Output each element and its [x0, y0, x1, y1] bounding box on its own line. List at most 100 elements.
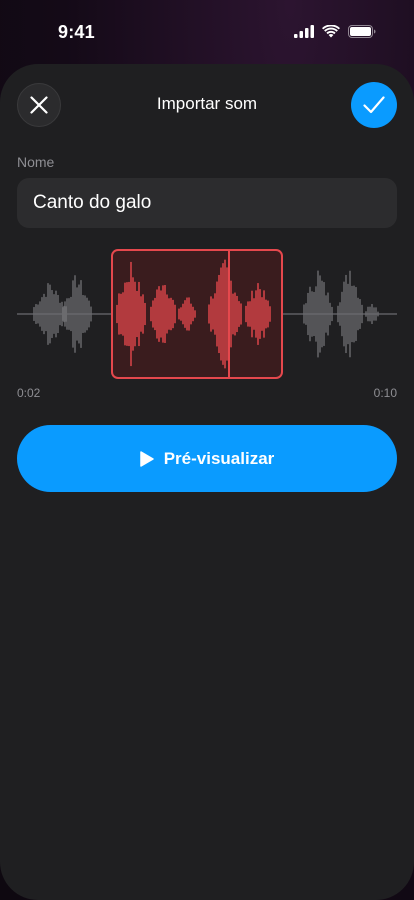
- waveform-bar: [236, 295, 238, 333]
- waveform-bar: [86, 297, 88, 331]
- waveform-bar: [49, 284, 51, 344]
- waveform-bar: [154, 297, 156, 331]
- waveform-bar: [43, 293, 45, 335]
- waveform-bar: [37, 304, 39, 324]
- waveform-bar: [261, 297, 263, 331]
- waveform-bar: [365, 311, 367, 317]
- audio-trimmer[interactable]: [0, 244, 414, 384]
- waveform-bar: [55, 290, 57, 338]
- waveform-bar: [122, 292, 124, 336]
- waveform-bar: [134, 281, 136, 347]
- waveform-bar: [128, 281, 130, 347]
- waveform-bar: [317, 270, 319, 358]
- waveform-bar: [251, 290, 253, 338]
- confirm-button[interactable]: [351, 82, 397, 128]
- waveform-bar: [265, 299, 267, 329]
- waveform-bar: [166, 294, 168, 334]
- waveform-bar: [307, 292, 309, 336]
- waveform-bar: [323, 282, 325, 346]
- waveform-bar: [59, 302, 61, 326]
- waveform-bar: [230, 280, 232, 348]
- waveform-bar: [62, 307, 64, 321]
- waveform-bar: [234, 292, 236, 336]
- waveform-bar: [184, 300, 186, 328]
- waveform-bar: [220, 267, 222, 361]
- waveform-bar: [51, 290, 53, 338]
- trim-start-time: 0:02: [17, 386, 41, 400]
- waveform: [17, 249, 397, 379]
- waveform-bar: [168, 298, 170, 330]
- waveform-bar: [226, 267, 228, 361]
- preview-label: Pré-visualizar: [163, 448, 275, 468]
- waveform-bar: [152, 300, 154, 328]
- status-time: 9:41: [58, 22, 95, 42]
- waveform-bar: [267, 300, 269, 328]
- preview-button[interactable]: Pré-visualizar: [17, 425, 397, 492]
- waveform-bar: [35, 304, 37, 324]
- waveform-bar: [66, 298, 68, 330]
- waveform-bar: [216, 281, 218, 347]
- wifi-icon: [322, 25, 340, 38]
- waveform-bar: [158, 286, 160, 342]
- waveform-bar: [347, 283, 349, 345]
- waveform-bar: [249, 301, 251, 327]
- waveform-bar: [255, 290, 257, 338]
- waveform-bar: [208, 304, 210, 324]
- waveform-bar: [361, 304, 363, 324]
- waveform-bar: [172, 299, 174, 329]
- waveform-bar: [33, 307, 35, 321]
- waveform-bar: [345, 274, 347, 354]
- waveform-bar: [373, 307, 375, 321]
- waveform-bar: [257, 283, 259, 345]
- waveform-bar: [150, 306, 152, 322]
- waveform-bar: [74, 275, 76, 353]
- name-label: Nome: [17, 154, 55, 170]
- waveform-bar: [45, 296, 47, 332]
- waveform-bar: [90, 306, 92, 322]
- waveform-bar: [339, 302, 341, 326]
- play-icon: [139, 450, 154, 467]
- waveform-bar: [192, 306, 194, 322]
- waveform-bar: [170, 297, 172, 331]
- waveform-bar: [245, 305, 247, 323]
- waveform-bar: [247, 301, 249, 327]
- waveform-bar: [47, 283, 49, 345]
- waveform-bar: [224, 259, 226, 369]
- waveform-bar: [164, 285, 166, 343]
- waveform-bar: [180, 307, 182, 321]
- waveform-bar: [351, 285, 353, 343]
- waveform-bar: [78, 284, 80, 344]
- waveform-bar: [313, 291, 315, 337]
- waveform-bar: [120, 293, 122, 335]
- waveform-bar: [315, 286, 317, 342]
- waveform-bar: [136, 290, 138, 338]
- waveform-bar: [321, 280, 323, 348]
- waveform-bar: [126, 282, 128, 346]
- waveform-bar: [327, 292, 329, 336]
- waveform-bar: [39, 301, 41, 327]
- waveform-bar: [174, 304, 176, 324]
- waveform-bar: [57, 294, 59, 334]
- waveform-bar: [309, 286, 311, 342]
- waveform-bar: [212, 298, 214, 330]
- waveform-bar: [190, 303, 192, 325]
- waveform-bar: [359, 299, 361, 329]
- status-bar: 9:41: [0, 0, 414, 64]
- waveform-bar: [325, 295, 327, 333]
- waveform-bar: [269, 306, 271, 322]
- status-icons: [294, 25, 376, 38]
- name-field[interactable]: [17, 178, 397, 228]
- waveform-bar: [305, 303, 307, 325]
- waveform-bar: [72, 280, 74, 348]
- waveform-bar: [88, 300, 90, 328]
- waveform-bar: [232, 293, 234, 335]
- waveform-bar: [303, 304, 305, 324]
- waveform-bar: [218, 274, 220, 354]
- waveform-bar: [156, 289, 158, 339]
- waveform-bar: [238, 301, 240, 327]
- waveform-bar: [349, 270, 351, 358]
- waveform-bar: [140, 296, 142, 332]
- waveform-bar: [138, 281, 140, 347]
- waveform-bar: [353, 285, 355, 343]
- waveform-bar: [259, 289, 261, 339]
